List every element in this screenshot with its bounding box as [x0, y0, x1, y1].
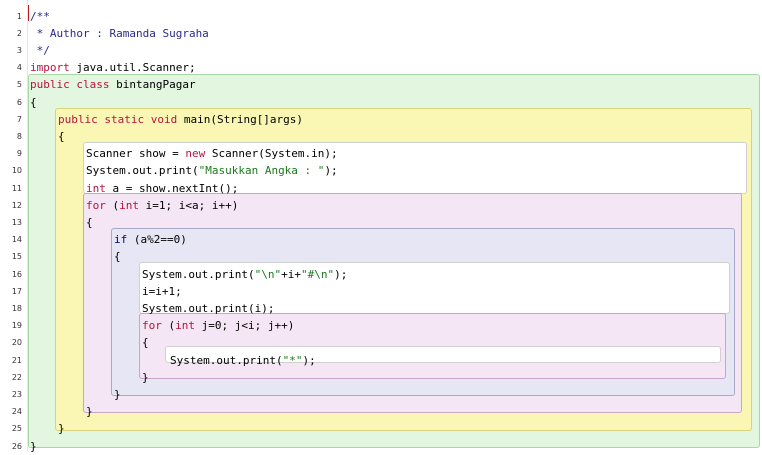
- code-token: {: [58, 129, 65, 143]
- line-number: 1: [16, 11, 22, 21]
- line-number: 14: [11, 235, 22, 245]
- code-line[interactable]: public class bintangPagar: [30, 76, 196, 93]
- code-token: "*": [282, 353, 303, 367]
- code-token: i=1; i<a; i++): [139, 198, 239, 212]
- code-token: (: [161, 319, 176, 333]
- code-line[interactable]: }: [114, 386, 121, 403]
- code-token: import: [30, 61, 70, 75]
- line-number: 25: [11, 424, 22, 434]
- code-token: java.util.Scanner;: [69, 61, 196, 75]
- line-number: 16: [11, 269, 22, 279]
- code-token: System.out.print(: [142, 267, 255, 281]
- code-token: int: [119, 198, 139, 212]
- code-token: "#\n": [300, 267, 335, 281]
- code-line[interactable]: {: [58, 128, 65, 145]
- code-token: (: [105, 198, 120, 212]
- code-token: +i+: [281, 267, 301, 281]
- code-token: * Author : Ramanda Sugraha: [30, 26, 209, 40]
- line-number: 26: [11, 441, 22, 451]
- code-line[interactable]: if (a%2==0): [114, 231, 187, 248]
- line-number: 6: [16, 97, 22, 107]
- code-token: System.out.print(: [86, 164, 199, 178]
- code-token: (a%2==0): [127, 233, 187, 247]
- code-token: Scanner show =: [86, 147, 186, 161]
- code-token: );: [334, 267, 348, 281]
- code-token: new: [185, 147, 206, 161]
- code-line[interactable]: }: [86, 403, 93, 420]
- code-token: {: [86, 215, 93, 229]
- code-line[interactable]: i=i+1;: [142, 283, 182, 300]
- code-line[interactable]: System.out.print("*");: [170, 352, 316, 369]
- code-line[interactable]: }: [58, 420, 65, 437]
- line-number: 3: [16, 45, 22, 55]
- line-number: 21: [11, 355, 22, 365]
- code-line[interactable]: System.out.print("Masukkan Angka : ");: [86, 162, 338, 179]
- code-token: );: [302, 353, 316, 367]
- line-number: 20: [11, 338, 22, 348]
- code-token: int: [175, 319, 195, 333]
- code-token: /**: [30, 9, 50, 23]
- code-token: Scanner(System.in);: [205, 147, 338, 161]
- code-line[interactable]: System.out.print(i);: [142, 300, 274, 317]
- code-token: a = show.nextInt();: [105, 181, 239, 195]
- line-number: 8: [16, 131, 22, 141]
- code-token: System.out.print(i);: [142, 301, 275, 315]
- code-token: for: [142, 319, 162, 333]
- line-number: 9: [16, 149, 22, 159]
- code-token: }: [142, 370, 149, 384]
- line-number: 24: [11, 407, 22, 417]
- code-token: int: [86, 181, 106, 195]
- code-token: main(String[]args): [177, 112, 304, 126]
- code-token: System.out.print(: [170, 353, 283, 367]
- code-line[interactable]: {: [114, 248, 121, 265]
- code-token: for: [86, 198, 106, 212]
- line-number: 10: [11, 166, 22, 176]
- line-number: 17: [11, 286, 22, 296]
- code-line[interactable]: }: [30, 438, 37, 455]
- line-number: 2: [16, 28, 22, 38]
- code-line[interactable]: {: [30, 94, 37, 111]
- code-token: {: [142, 336, 149, 350]
- code-token: {: [114, 250, 121, 264]
- code-token: "\n": [254, 267, 282, 281]
- line-number: 15: [11, 252, 22, 262]
- line-number: 4: [16, 63, 22, 73]
- code-line[interactable]: for (int j=0; j<i; j++): [142, 317, 294, 334]
- line-number: 11: [11, 183, 22, 193]
- code-line[interactable]: */: [30, 42, 50, 59]
- code-token: "Masukkan Angka : ": [198, 164, 325, 178]
- code-line[interactable]: * Author : Ramanda Sugraha: [30, 25, 209, 42]
- code-line[interactable]: {: [86, 214, 93, 231]
- line-number: 5: [16, 80, 22, 90]
- code-token: i=i+1;: [142, 284, 182, 298]
- code-line[interactable]: Scanner show = new Scanner(System.in);: [86, 145, 338, 162]
- code-line[interactable]: {: [142, 334, 149, 351]
- code-line[interactable]: int a = show.nextInt();: [86, 180, 238, 197]
- code-token: );: [324, 164, 338, 178]
- code-line[interactable]: public static void main(String[]args): [58, 111, 303, 128]
- line-number: 12: [11, 200, 22, 210]
- code-token: }: [114, 387, 121, 401]
- code-line[interactable]: for (int i=1; i<a; i++): [86, 197, 238, 214]
- code-token: */: [30, 43, 50, 57]
- line-number: 7: [16, 114, 22, 124]
- code-line[interactable]: System.out.print("\n"+i+"#\n");: [142, 266, 347, 283]
- code-token: public class: [30, 78, 110, 92]
- code-token: j=0; j<i; j++): [195, 319, 295, 333]
- code-token: public static void: [58, 112, 178, 126]
- code-line[interactable]: import java.util.Scanner;: [30, 59, 196, 76]
- code-token: }: [86, 405, 93, 419]
- code-line[interactable]: /**: [30, 8, 50, 25]
- line-number: 13: [11, 217, 22, 227]
- code-token: {: [30, 95, 37, 109]
- code-token: }: [58, 422, 65, 436]
- line-number: 19: [11, 321, 22, 331]
- code-token: if: [114, 233, 128, 247]
- text-caret: [28, 5, 29, 21]
- line-number: 23: [11, 389, 22, 399]
- line-number: 22: [11, 372, 22, 382]
- line-number: 18: [11, 303, 22, 313]
- code-token: bintangPagar: [109, 78, 196, 92]
- code-line[interactable]: }: [142, 369, 149, 386]
